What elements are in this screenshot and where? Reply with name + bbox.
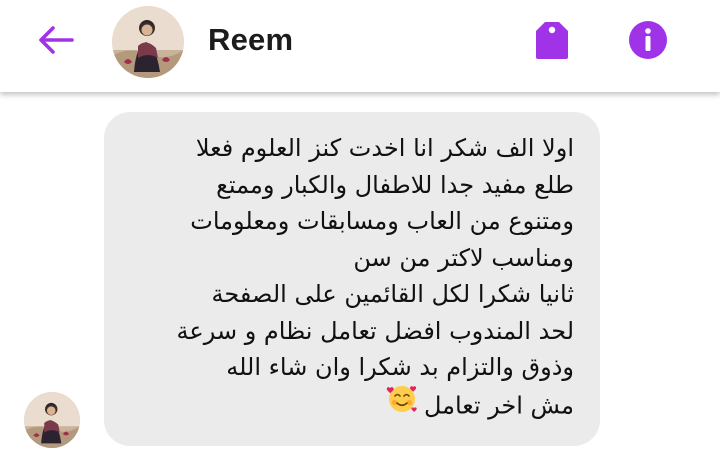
avatar[interactable]	[112, 6, 184, 78]
message-bubble[interactable]: اولا الف شكر انا اخدت كنز العلوم فعلا طل…	[104, 112, 600, 446]
back-arrow-icon	[39, 26, 74, 54]
tag-button[interactable]	[528, 14, 576, 66]
smiling-face-with-hearts-icon	[386, 384, 418, 425]
sender-avatar[interactable]	[24, 392, 80, 448]
contact-name[interactable]: Reem	[208, 22, 293, 58]
profile-photo	[112, 6, 184, 78]
tag-icon	[536, 22, 568, 59]
chat-header: Reem	[0, 0, 720, 92]
back-button[interactable]	[32, 20, 80, 60]
info-icon	[629, 21, 667, 59]
message-text-content: اولا الف شكر انا اخدت كنز العلوم فعلا طل…	[176, 134, 574, 419]
profile-photo	[24, 392, 80, 448]
conversation[interactable]: اولا الف شكر انا اخدت كنز العلوم فعلا طل…	[0, 92, 720, 456]
info-button[interactable]	[624, 14, 672, 66]
message-text: اولا الف شكر انا اخدت كنز العلوم فعلا طل…	[104, 112, 600, 426]
